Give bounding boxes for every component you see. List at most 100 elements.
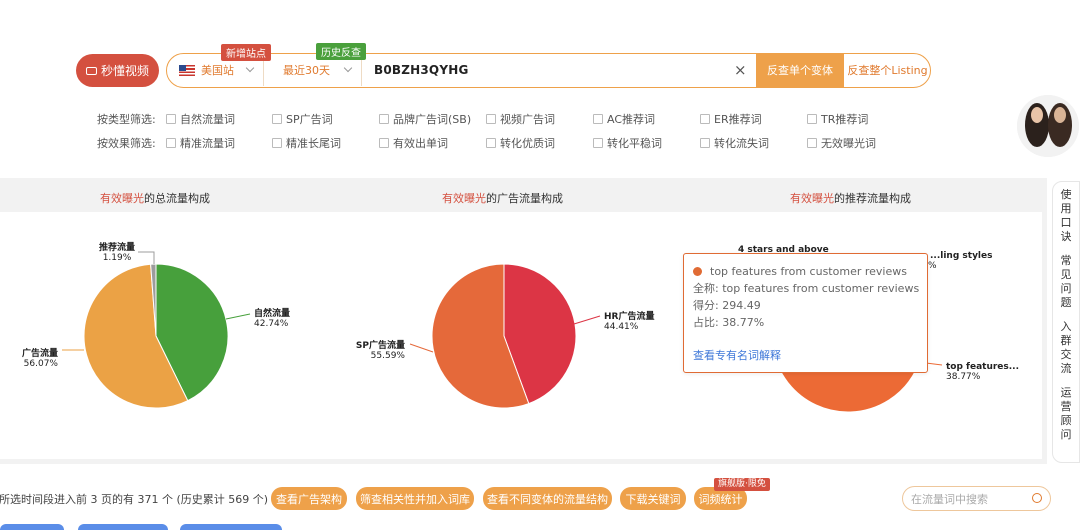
series-dot-icon <box>693 267 702 276</box>
glossary-link[interactable]: 查看专有名词解释 <box>693 347 918 364</box>
title-text: 的广告流量构成 <box>486 192 563 205</box>
chart-tooltip: top features from customer reviews 全称: t… <box>683 253 928 373</box>
label-leader-line <box>409 343 434 353</box>
keyword-search-input[interactable]: 在流量词中搜索 <box>902 486 1051 511</box>
checkbox[interactable] <box>807 114 817 124</box>
new-site-badge: 新增站点 <box>221 44 271 61</box>
help-join-group[interactable]: 入群交流 <box>1053 320 1079 376</box>
checkbox[interactable] <box>166 138 176 148</box>
type-filter-option[interactable]: 视频广告词 <box>486 111 555 127</box>
type-filter-option[interactable]: 自然流量词 <box>166 111 235 127</box>
effect-filter-option[interactable]: 转化优质词 <box>486 135 555 151</box>
char: 使 <box>1060 188 1072 201</box>
bottom-tab[interactable] <box>180 524 282 530</box>
label-leader-line <box>225 313 251 320</box>
slice-label: 广告流量 <box>22 347 58 359</box>
effect-filter-option[interactable]: 精准长尾词 <box>272 135 341 151</box>
search-icon[interactable] <box>1032 493 1042 503</box>
label: 全称: <box>693 282 719 295</box>
type-filter-label: 按类型筛选: <box>97 113 156 126</box>
type-filter-option[interactable]: SP广告词 <box>272 111 333 127</box>
keyword-search-placeholder: 在流量词中搜索 <box>911 492 988 506</box>
tooltip-ratio: 占比: 38.77% <box>693 314 918 331</box>
char: 运 <box>1060 386 1072 399</box>
option-label: 精准流量词 <box>180 137 235 150</box>
site-select-value: 美国站 <box>201 64 234 77</box>
video-guide-label: 秒懂视频 <box>100 64 149 78</box>
checkbox[interactable] <box>807 138 817 148</box>
option-label: 转化流失词 <box>714 137 769 150</box>
option-label: 自然流量词 <box>180 113 235 126</box>
clear-icon[interactable]: × <box>734 62 747 78</box>
help-usage-tips[interactable]: 使用口诀 <box>1053 188 1079 244</box>
effect-filter-label: 按效果筛选: <box>97 137 156 150</box>
title-highlight: 有效曝光 <box>100 192 144 205</box>
char: 顾 <box>1060 414 1072 427</box>
checkbox[interactable] <box>700 138 710 148</box>
slice-percent: 56.07% <box>24 359 59 369</box>
option-label: SP广告词 <box>286 113 333 126</box>
char: 入 <box>1060 320 1072 333</box>
effect-filter-option[interactable]: 精准流量词 <box>166 135 235 151</box>
checkbox[interactable] <box>166 114 176 124</box>
slice-label: 推荐流量 <box>99 241 135 253</box>
history-badge: 历史反查 <box>316 43 366 60</box>
screen-relevance-button[interactable]: 筛查相关性并加入词库 <box>356 487 474 510</box>
help-consultant[interactable]: 运营顾问 <box>1053 386 1079 442</box>
product-thumbnail[interactable] <box>1017 95 1079 157</box>
variant-traffic-button[interactable]: 查看不同变体的流量结构 <box>483 487 612 510</box>
value: 38.77% <box>722 316 765 329</box>
option-label: 有效出单词 <box>393 137 448 150</box>
slice-percent: 38.77% <box>946 372 981 382</box>
option-label: 转化优质词 <box>500 137 555 150</box>
download-keywords-button[interactable]: 下载关键词 <box>620 487 686 510</box>
asin-input-value: B0BZH3QYHG <box>374 63 469 77</box>
checkbox[interactable] <box>272 138 282 148</box>
option-label: 转化平稳词 <box>607 137 662 150</box>
char: 常 <box>1060 254 1072 267</box>
tooltip-series: top features from customer reviews <box>693 263 918 280</box>
tooltip-full-name: 全称: top features from customer reviews <box>693 280 920 297</box>
chevron-down-icon <box>343 63 353 73</box>
checkbox[interactable] <box>486 138 496 148</box>
asin-input[interactable]: B0BZH3QYHG <box>374 54 469 86</box>
effect-filter-option[interactable]: 转化流失词 <box>700 135 769 151</box>
tooltip-score: 得分: 294.49 <box>693 297 918 314</box>
type-filter-option[interactable]: ER推荐词 <box>700 111 762 127</box>
char: 问 <box>1060 282 1072 295</box>
effect-filter-option[interactable]: 无效曝光词 <box>807 135 876 151</box>
effect-filter-option[interactable]: 转化平稳词 <box>593 135 662 151</box>
help-faq[interactable]: 常见问题 <box>1053 254 1079 310</box>
reverse-listing-button[interactable]: 反查整个Listing <box>845 54 930 86</box>
effect-filter-option[interactable]: 有效出单词 <box>379 135 448 151</box>
option-label: 无效曝光词 <box>821 137 876 150</box>
checkbox[interactable] <box>700 114 710 124</box>
product-image <box>1017 95 1079 157</box>
ad-traffic-chart-title: 有效曝光的广告流量构成 <box>442 190 563 206</box>
bottom-tab[interactable] <box>0 524 64 530</box>
slice-label: HR广告流量 <box>604 310 654 322</box>
checkbox[interactable] <box>593 138 603 148</box>
option-label: ER推荐词 <box>714 113 762 126</box>
video-guide-button[interactable]: 秒懂视频 <box>76 54 159 87</box>
type-filter-option[interactable]: 品牌广告词(SB) <box>379 111 471 127</box>
title-highlight: 有效曝光 <box>442 192 486 205</box>
bottom-tab[interactable] <box>78 524 168 530</box>
label: 占比: <box>693 316 719 329</box>
type-filter-option[interactable]: AC推荐词 <box>593 111 655 127</box>
char: 用 <box>1060 202 1072 215</box>
title-text: 的总流量构成 <box>144 192 210 205</box>
checkbox[interactable] <box>593 114 603 124</box>
recommend-traffic-chart-title: 有效曝光的推荐流量构成 <box>790 190 911 206</box>
type-filter-option[interactable]: TR推荐词 <box>807 111 868 127</box>
checkbox[interactable] <box>272 114 282 124</box>
option-label: TR推荐词 <box>821 113 869 126</box>
reverse-variant-button[interactable]: 反查单个变体 <box>756 52 844 88</box>
checkbox[interactable] <box>379 138 389 148</box>
view-ad-structure-button[interactable]: 查看广告架构 <box>271 487 347 510</box>
checkbox[interactable] <box>486 114 496 124</box>
value: top features from customer reviews <box>722 282 920 295</box>
label: 得分: <box>693 299 719 312</box>
tv-icon <box>85 66 97 75</box>
checkbox[interactable] <box>379 114 389 124</box>
